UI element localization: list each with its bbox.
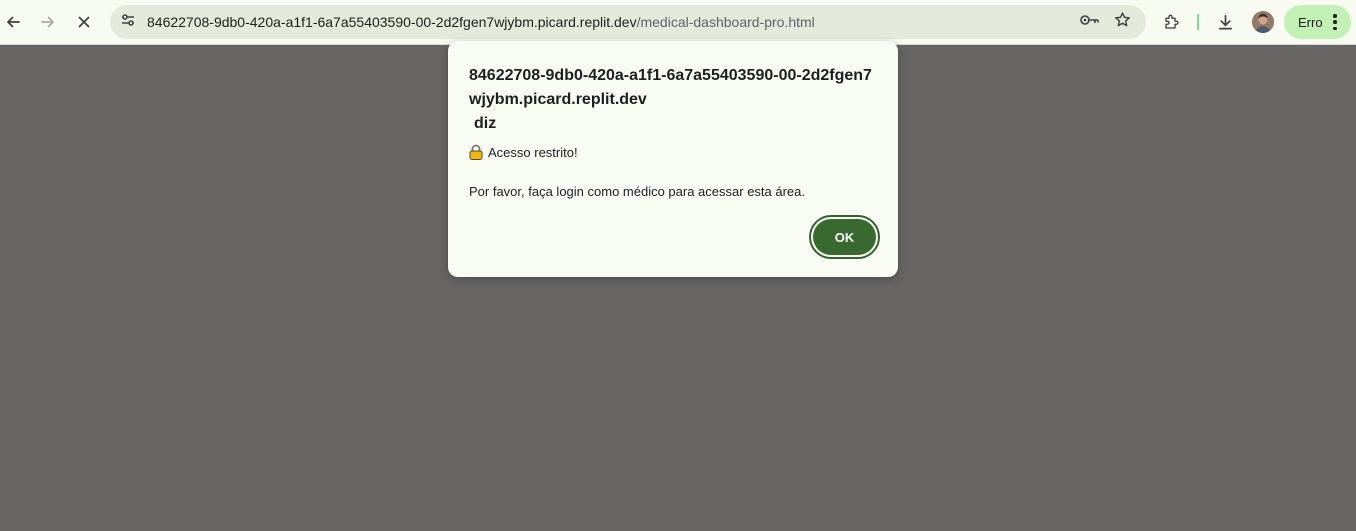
browser-toolbar: 84622708-9db0-420a-a1f1-6a7a55403590-00-… <box>0 0 1356 45</box>
toolbar-divider <box>1197 14 1199 30</box>
dialog-message-line-1: Acesso restrito! <box>469 144 578 160</box>
forward-button[interactable] <box>33 7 63 37</box>
address-bar[interactable]: 84622708-9db0-420a-a1f1-6a7a55403590-00-… <box>110 5 1146 39</box>
download-icon <box>1217 14 1234 31</box>
dialog-title-suffix: diz <box>474 115 497 132</box>
puzzle-icon <box>1163 13 1181 31</box>
password-manager-button[interactable] <box>1078 10 1102 34</box>
key-icon <box>1080 13 1100 31</box>
back-arrow-icon <box>5 14 21 30</box>
close-icon <box>77 15 91 29</box>
alert-dialog: 84622708-9db0-420a-a1f1-6a7a55403590-00-… <box>448 41 898 277</box>
forward-arrow-icon <box>40 14 56 30</box>
url-text[interactable]: 84622708-9db0-420a-a1f1-6a7a55403590-00-… <box>147 14 815 30</box>
error-chip-label: Erro <box>1298 14 1323 30</box>
url-host: 84622708-9db0-420a-a1f1-6a7a55403590-00-… <box>147 14 637 30</box>
kebab-menu-icon <box>1333 14 1337 30</box>
url-path: /medical-dashboard-pro.html <box>636 14 815 30</box>
dialog-title: 84622708-9db0-420a-a1f1-6a7a55403590-00-… <box>469 64 884 136</box>
error-menu-button[interactable]: Erro <box>1284 5 1351 39</box>
dialog-origin: 84622708-9db0-420a-a1f1-6a7a55403590-00-… <box>469 67 872 108</box>
stop-loading-button[interactable] <box>69 7 99 37</box>
ok-button-label: OK <box>813 219 876 255</box>
extensions-button[interactable] <box>1157 7 1187 37</box>
back-button[interactable] <box>0 7 28 37</box>
star-icon <box>1114 11 1131 33</box>
dialog-message-1-text: Acesso restrito! <box>488 144 578 160</box>
avatar[interactable] <box>1252 11 1274 33</box>
dialog-message-line-2: Por favor, faça login como médico para a… <box>469 184 806 199</box>
downloads-button[interactable] <box>1210 7 1240 37</box>
tune-icon <box>120 12 136 33</box>
ok-button[interactable]: OK <box>809 215 880 259</box>
lock-icon <box>469 144 483 160</box>
bookmark-button[interactable] <box>1110 10 1134 34</box>
site-info-button[interactable] <box>116 10 140 34</box>
